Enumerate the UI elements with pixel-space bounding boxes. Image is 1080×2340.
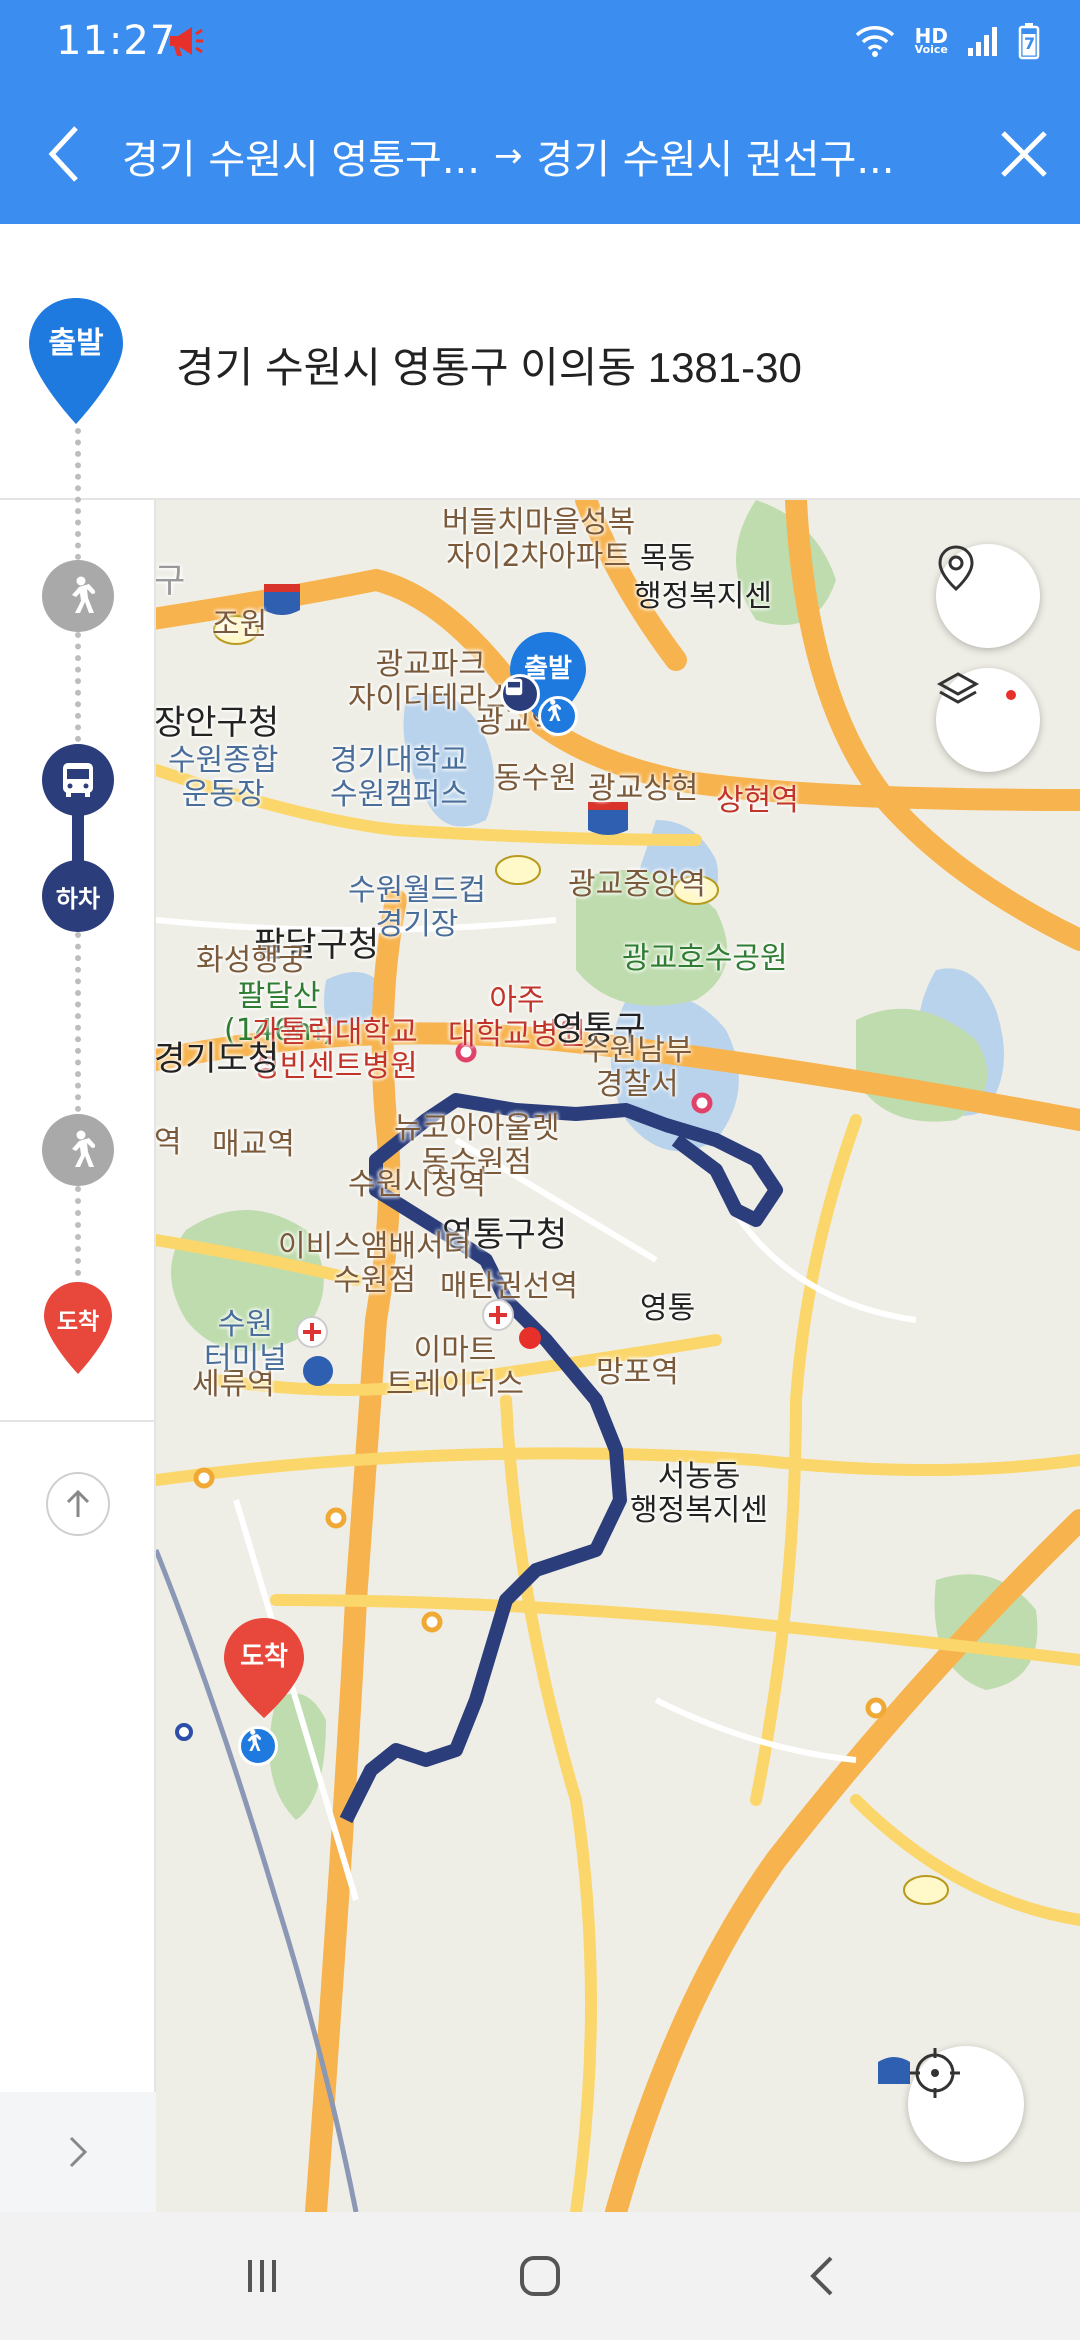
map-label-park: 광교호수공원 bbox=[622, 941, 788, 976]
layers-icon bbox=[936, 672, 980, 704]
step-bus-alight[interactable]: 하차 bbox=[42, 860, 114, 932]
step-arrive[interactable]: 도착 bbox=[42, 1280, 114, 1376]
route-arrow: → bbox=[493, 136, 523, 176]
walk-connector bbox=[75, 932, 81, 1112]
walk-connector bbox=[75, 1186, 81, 1276]
recent-apps-icon bbox=[248, 2260, 276, 2292]
origin-address: 경기 수원시 영통구 이의동 1381-30 bbox=[176, 344, 802, 391]
map-label-university: 경기대학교 수원캠퍼스 bbox=[330, 743, 468, 812]
recent-apps-button[interactable] bbox=[222, 2236, 302, 2316]
wifi-icon bbox=[853, 23, 897, 63]
map-label-station: 수원시청역 bbox=[348, 1167, 486, 1202]
arrow-up-icon bbox=[66, 1489, 90, 1517]
map-label-stadium: 수원종합 운동장 bbox=[168, 743, 279, 812]
origin-row[interactable]: 출발 경기 수원시 영통구 이의동 1381-30 bbox=[0, 224, 1080, 500]
route-origin: 경기 수원시 영통구... bbox=[122, 137, 480, 183]
current-location-button[interactable] bbox=[908, 2046, 1024, 2162]
walk-icon bbox=[72, 1130, 95, 1167]
map-label-terminal: 수원 터미널 bbox=[204, 1307, 287, 1376]
map-pin-icon bbox=[938, 545, 974, 591]
map-end-pin-label: 도착 bbox=[240, 1642, 288, 1672]
map-label-station: 광교중앙역 bbox=[568, 867, 706, 902]
megaphone-icon bbox=[168, 24, 204, 62]
walk-icon bbox=[547, 699, 561, 721]
hd-voice-icon: HD Voice bbox=[914, 24, 948, 56]
map-label-office: 목동 bbox=[640, 541, 696, 576]
location-pin-button[interactable] bbox=[936, 544, 1040, 648]
depart-pin: 출발 bbox=[27, 296, 125, 430]
map-label-station: 망포역 bbox=[596, 1355, 679, 1390]
route-destination: 경기 수원시 권선구... bbox=[536, 137, 895, 183]
system-back-button[interactable] bbox=[782, 2236, 862, 2316]
bus-connector bbox=[72, 810, 84, 866]
map-label-stadium: 수원월드컵 경기장 bbox=[348, 873, 486, 942]
map-label-station: 역 bbox=[156, 1125, 182, 1160]
map-label-district: 영통 bbox=[640, 1291, 696, 1326]
map-label-station: 상현역 bbox=[716, 783, 799, 818]
walk-marker[interactable] bbox=[238, 1726, 278, 1766]
bus-alight-label: 하차 bbox=[55, 884, 101, 913]
close-icon bbox=[1001, 131, 1047, 177]
status-time: 11:27 bbox=[56, 18, 177, 64]
map-label-heritage: 화성행궁 bbox=[196, 943, 307, 978]
crosshair-icon bbox=[910, 2048, 960, 2098]
chevron-right-icon bbox=[69, 2136, 88, 2168]
walk-marker[interactable] bbox=[538, 696, 578, 736]
walk-icon bbox=[72, 576, 95, 613]
bus-icon bbox=[63, 763, 93, 797]
map-label-office: 서농동 행정복지센 bbox=[630, 1459, 768, 1528]
status-icons: HD Voice 7 bbox=[853, 22, 1040, 64]
battery-icon: 7 bbox=[1018, 22, 1040, 64]
home-button[interactable] bbox=[500, 2236, 580, 2316]
route-map[interactable]: 버들치마을성복 자이2차아파트 광교파크 자이더테라스 광교역 동수원 광교상현… bbox=[156, 500, 1080, 2212]
walk-connector bbox=[75, 428, 81, 560]
route-steps-panel: 하차 도착 bbox=[0, 428, 156, 2212]
map-label-office: 행정복지센 bbox=[634, 579, 772, 614]
depart-pin-label: 출발 bbox=[48, 326, 104, 361]
step-walk-1[interactable] bbox=[42, 560, 114, 632]
close-button[interactable] bbox=[988, 118, 1060, 190]
map-label-ic: 조원 bbox=[212, 607, 268, 642]
walk-connector bbox=[75, 632, 81, 742]
back-arrow-icon bbox=[810, 2256, 833, 2296]
step-bus-board[interactable] bbox=[42, 744, 114, 816]
route-header: 경기 수원시 영통구... → 경기 수원시 권선구... bbox=[0, 88, 1080, 224]
bus-icon bbox=[505, 678, 523, 696]
divider bbox=[0, 1420, 156, 1422]
layers-button[interactable] bbox=[936, 668, 1040, 772]
map-label-shopping: 이마트 트레이더스 bbox=[386, 1333, 524, 1402]
map-label-ic: 광교상현 bbox=[588, 771, 699, 806]
bus-stop-marker[interactable] bbox=[500, 674, 540, 714]
map-label-government: 경기도청 bbox=[156, 1039, 280, 1079]
map-label-ic: 동수원 bbox=[494, 761, 577, 796]
back-button[interactable] bbox=[28, 118, 100, 190]
map-end-pin[interactable]: 도착 bbox=[222, 1616, 306, 1720]
expand-panel-button[interactable] bbox=[0, 2092, 156, 2212]
scroll-top-button[interactable] bbox=[46, 1472, 110, 1536]
map-label-district-office: 장안구청 bbox=[156, 703, 280, 743]
chevron-left-icon bbox=[48, 126, 78, 182]
system-nav-bar bbox=[0, 2212, 1080, 2340]
route-summary[interactable]: 경기 수원시 영통구... → 경기 수원시 권선구... bbox=[122, 120, 972, 192]
map-label-police: 수원남부 경찰서 bbox=[582, 1033, 693, 1102]
home-icon bbox=[520, 2256, 560, 2296]
arrive-label: 도착 bbox=[56, 1309, 100, 1335]
notification-dot bbox=[1006, 690, 1016, 700]
walk-icon bbox=[247, 1729, 261, 1751]
signal-icon bbox=[966, 24, 1000, 62]
map-label-apartment: 버들치마을성복 자이2차아파트 bbox=[442, 505, 636, 574]
status-bar: 11:27 HD Voice 7 bbox=[0, 0, 1080, 88]
map-label-station: 매교역 bbox=[212, 1127, 295, 1162]
step-walk-2[interactable] bbox=[42, 1114, 114, 1186]
map-label-district: 구 bbox=[156, 561, 186, 601]
map-label-station: 매탄권선역 bbox=[440, 1269, 578, 1304]
